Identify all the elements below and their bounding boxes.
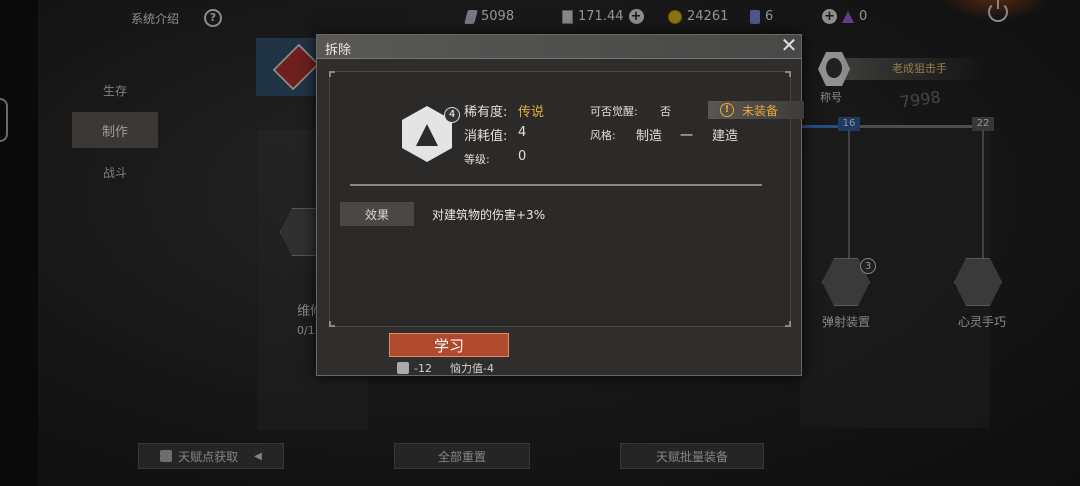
device-notch	[0, 98, 8, 142]
awaken-value: 否	[660, 105, 671, 118]
equip-status-badge: ! 未装备	[708, 101, 804, 119]
corner-decor	[329, 71, 335, 77]
corner-decor	[785, 71, 791, 77]
style-value-secondary: 建造	[712, 129, 739, 144]
learn-cost-row: -12 恼力值-4	[397, 360, 494, 376]
equip-status-label: 未装备	[742, 103, 779, 118]
cost-item-value: -12	[414, 361, 432, 375]
cost-item: -12	[397, 362, 432, 375]
effect-description: 对建筑物的伤害+3%	[432, 208, 546, 222]
dialog-title: 拆除	[325, 43, 352, 58]
cost-label: 消耗值:	[464, 129, 508, 144]
corner-decor	[329, 321, 335, 327]
dialog-header: 拆除 ✕	[317, 35, 801, 59]
warning-icon: !	[720, 103, 734, 117]
corner-decor	[785, 321, 791, 327]
awaken-label: 可否觉醒:	[590, 105, 638, 118]
cost-value: 4	[518, 125, 527, 140]
rarity-value: 传说	[518, 105, 545, 120]
effect-tag: 效果	[340, 202, 414, 226]
grade-label: 等级:	[464, 153, 490, 166]
divider	[350, 184, 762, 186]
scroll-icon	[397, 362, 409, 374]
learn-button[interactable]: 学习	[389, 333, 509, 357]
left-edge	[0, 0, 38, 486]
close-icon[interactable]: ✕	[779, 35, 799, 56]
talent-detail-dialog: 拆除 ✕ 4 稀有度: 传说 可否觉醒: 否 ! 未装备 消耗值: 4 风格: …	[316, 34, 804, 376]
cost-item: 恼力值-4	[450, 360, 494, 376]
style-label: 风格:	[590, 129, 616, 142]
style-value-primary: 制造	[636, 129, 663, 144]
style-dash: 一	[680, 129, 694, 144]
rarity-label: 稀有度:	[464, 105, 508, 120]
skill-level-badge: 4	[444, 107, 460, 123]
dialog-body: 4 稀有度: 传说 可否觉醒: 否 ! 未装备 消耗值: 4 风格: 制造 一 …	[329, 71, 804, 327]
grade-value: 0	[518, 149, 527, 164]
cost-item-label: 恼力值-4	[449, 362, 494, 375]
